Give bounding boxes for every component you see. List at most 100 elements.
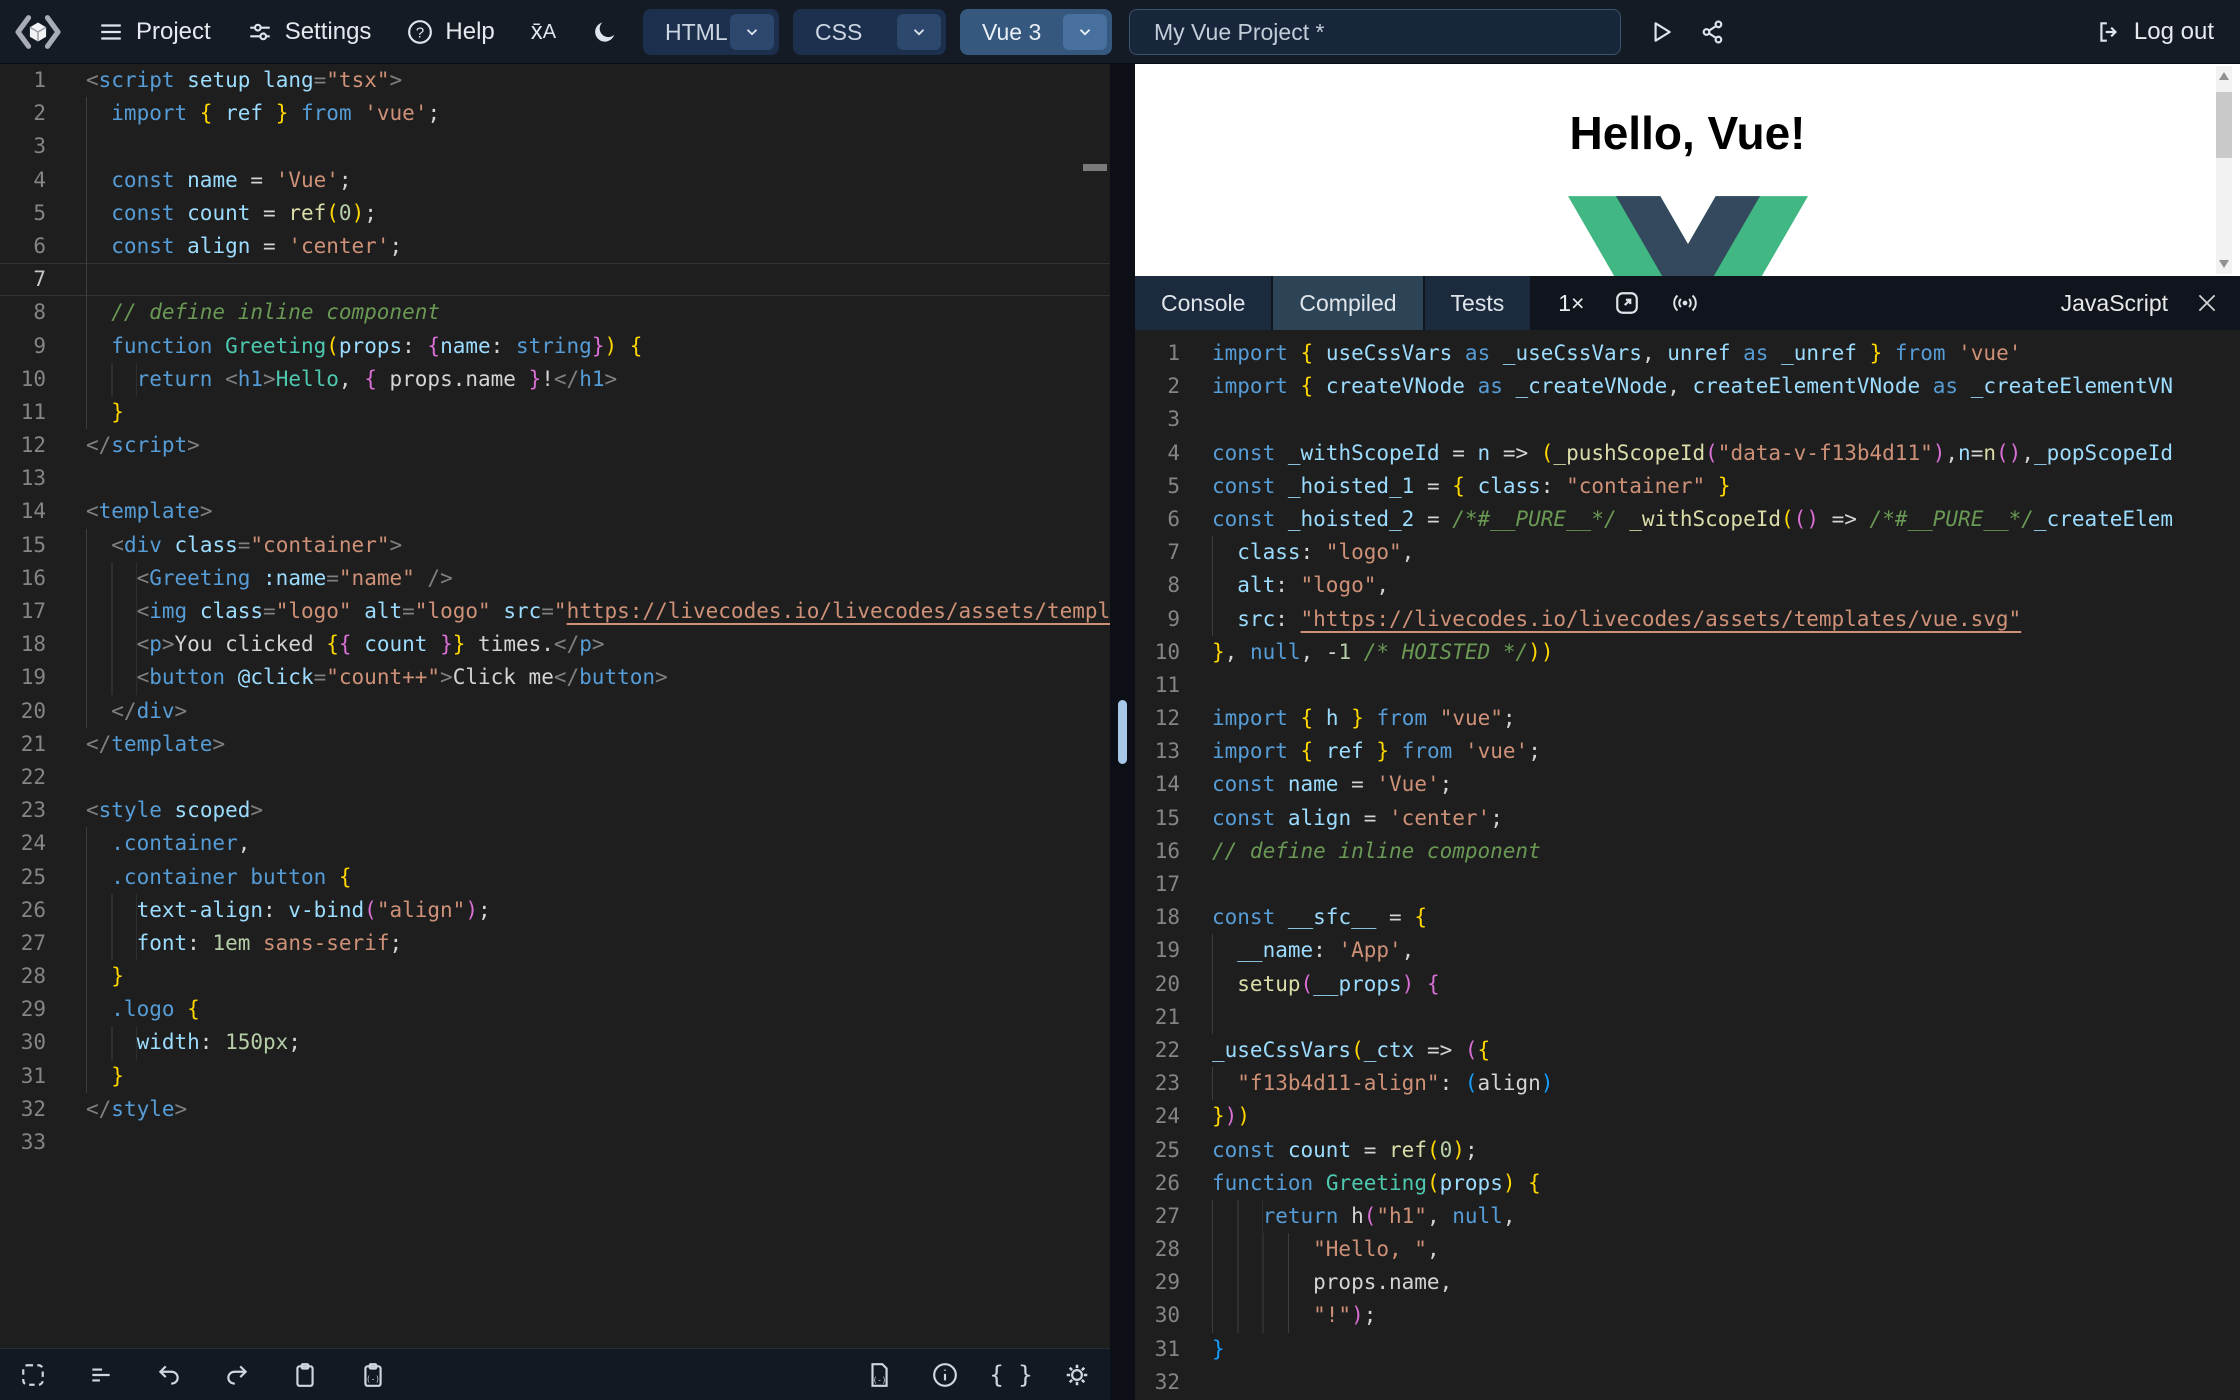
line-number: 9: [33, 333, 46, 358]
code-line: 9 function Greeting(props: {name: string}…: [0, 329, 1110, 363]
share-button[interactable]: [1700, 19, 1726, 45]
line-number: 5: [33, 200, 46, 225]
line-number: 16: [20, 565, 46, 590]
line-number: 26: [20, 897, 46, 922]
custom-settings-button[interactable]: { }: [989, 1360, 1032, 1390]
source-code-editor[interactable]: 1 <script setup lang="tsx"> 2 import { ref …: [0, 64, 1110, 1348]
svg-text:(-): (-): [873, 1375, 887, 1384]
line-number: 13: [1154, 739, 1180, 764]
line-number: 17: [20, 599, 46, 623]
dark-mode-toggle[interactable]: [592, 19, 618, 45]
line-number: 23: [20, 798, 46, 823]
code-line: 17 <img class="logo" alt="logo" src="http…: [0, 595, 1110, 629]
css-editor-select[interactable]: CSS: [793, 9, 946, 55]
logout-icon: [2100, 22, 2117, 42]
copy-as-data-url-button[interactable]: (-): [358, 1360, 388, 1390]
code-line: 21 </template>: [0, 728, 1110, 761]
editor-settings-button[interactable]: [1062, 1360, 1092, 1390]
split-drag-handle[interactable]: [1118, 700, 1127, 764]
chevron-down-icon: [897, 14, 941, 50]
help-menu[interactable]: ? Help: [407, 18, 495, 46]
scrollbar-thumb[interactable]: [2216, 92, 2232, 158]
line-number: 4: [1167, 440, 1180, 465]
line-number: 25: [1154, 1137, 1180, 1162]
code-line: 23 "f13b4d11-align": (align): [1135, 1067, 2240, 1101]
scroll-up-arrow[interactable]: [2219, 72, 2229, 80]
code-line: 14 <template>: [0, 495, 1110, 528]
vue-logo: [1567, 196, 1808, 276]
line-number: 29: [20, 997, 46, 1022]
zoom-level-button[interactable]: 1×: [1558, 290, 1584, 317]
script-editor-select[interactable]: Vue 3: [960, 9, 1112, 55]
line-number: 22: [20, 764, 46, 789]
logout-button[interactable]: Log out: [2096, 0, 2214, 64]
line-number: 8: [33, 300, 46, 325]
livecodes-logo[interactable]: [14, 13, 62, 51]
project-info-button[interactable]: [930, 1360, 960, 1390]
tab-tests-label: Tests: [1450, 289, 1505, 316]
line-number: 8: [1167, 573, 1180, 598]
code-line: 27 return h("h1", null,: [1135, 1199, 2240, 1234]
line-number: 33: [20, 1130, 46, 1154]
format-code-button[interactable]: [86, 1360, 116, 1390]
line-number: 13: [20, 466, 46, 491]
broadcast-button[interactable]: [1670, 290, 1700, 316]
settings-menu-label: Settings: [284, 18, 372, 45]
code-line: 26 function Greeting(props) {: [1135, 1167, 2240, 1200]
run-button[interactable]: [1648, 19, 1674, 45]
livecodes-logo-icon: [15, 15, 61, 49]
line-number: 14: [20, 499, 46, 524]
close-icon: [2198, 294, 2216, 312]
code-line: 9 src: "https://livecodes.io/livecodes/as…: [1135, 602, 2240, 636]
line-number: 25: [20, 864, 46, 889]
undo-button[interactable]: [154, 1360, 184, 1390]
line-number: 31: [1154, 1336, 1180, 1361]
code-line: 12 </script>: [0, 429, 1110, 462]
hamburger-icon: [101, 24, 121, 40]
copy-code-button[interactable]: [290, 1360, 320, 1390]
code-line: 10 return <h1>Hello, { props.name }!</h1>: [0, 362, 1110, 396]
line-number: 1: [33, 68, 46, 92]
moon-icon: [595, 22, 615, 42]
html-editor-select[interactable]: HTML: [643, 9, 779, 55]
tab-console[interactable]: Console: [1135, 276, 1272, 330]
scroll-down-arrow[interactable]: [2219, 260, 2229, 268]
logout-label: Log out: [2133, 18, 2214, 45]
code-line: 16 <Greeting :name="name" />: [0, 561, 1110, 595]
redo-button[interactable]: [222, 1360, 252, 1390]
select-all-button[interactable]: [18, 1360, 48, 1390]
chevron-down-icon: [1063, 14, 1107, 50]
clipboard-data-url-icon: (-): [364, 1362, 382, 1387]
code-line: 33: [0, 1126, 1110, 1159]
line-number: 7: [1167, 540, 1180, 565]
line-number: 20: [1154, 971, 1180, 996]
project-menu[interactable]: Project: [98, 18, 211, 46]
code-line: 13: [0, 462, 1110, 495]
code-line: 2 import { createVNode as _createVNode, c…: [1135, 370, 2240, 403]
settings-menu[interactable]: Settings: [247, 18, 372, 46]
split-gutter[interactable]: [1110, 64, 1135, 1400]
line-number: 4: [33, 167, 46, 192]
code-line: 25 const count = ref(0);: [1135, 1134, 2240, 1167]
tab-tests[interactable]: Tests: [1424, 276, 1531, 330]
translate-button[interactable]: x̄ A: [531, 18, 556, 46]
line-number: 10: [20, 366, 46, 391]
project-title-input[interactable]: My Vue Project *: [1129, 9, 1621, 55]
open-in-new-window-button[interactable]: [1614, 290, 1640, 316]
broadcast-icon: [1673, 294, 1698, 312]
line-number: 15: [20, 532, 46, 557]
compiled-code-viewer[interactable]: 1 import { useCssVars as _useCssVars, unr…: [1135, 330, 2240, 1400]
chevron-down-icon: [730, 14, 774, 50]
tab-compiled[interactable]: Compiled: [1273, 276, 1423, 330]
close-tools-button[interactable]: [2194, 290, 2220, 316]
code-line: 18 const __sfc__ = {: [1135, 901, 2240, 934]
code-line: 11}: [0, 395, 1110, 430]
help-menu-label: Help: [445, 18, 495, 45]
code-line: 8 alt: "logo",: [1135, 569, 2240, 603]
external-resources-button[interactable]: (-): [864, 1360, 894, 1390]
result-scrollbar[interactable]: [2216, 66, 2232, 274]
code-line: 21: [1135, 1000, 2240, 1034]
line-number: 3: [1167, 407, 1180, 432]
code-line: 28}: [0, 960, 1110, 994]
redo-icon: [227, 1365, 248, 1385]
